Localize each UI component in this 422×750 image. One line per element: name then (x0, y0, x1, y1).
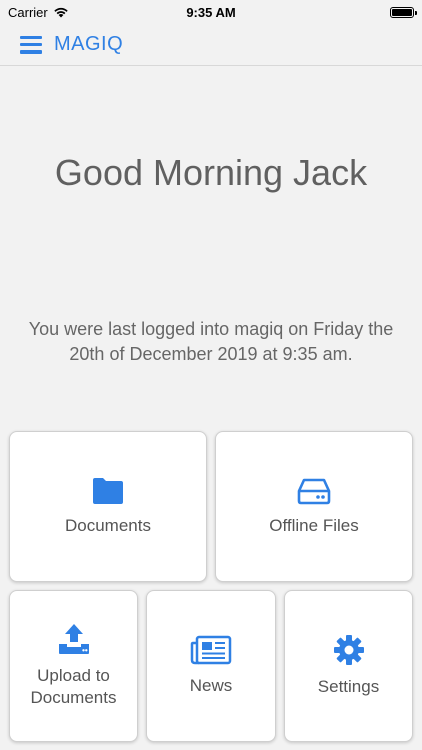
app-title: MAGIQ (54, 33, 124, 55)
offline-files-tile[interactable]: Offline Files (215, 431, 413, 582)
documents-tile[interactable]: Documents (9, 431, 207, 582)
battery-icon (390, 6, 417, 18)
settings-tile[interactable]: Settings (284, 590, 413, 742)
hamburger-menu-icon[interactable] (20, 35, 42, 54)
nav-bar: MAGIQ (0, 24, 422, 66)
upload-to-documents-tile[interactable]: Upload to Documents (9, 590, 138, 742)
status-bar: Carrier 9:35 AM (0, 0, 422, 24)
upload-icon (58, 624, 89, 654)
news-tile-label: News (189, 676, 233, 695)
last-login-message: You were last logged into magiq on Frida… (28, 319, 394, 364)
newspaper-icon (190, 635, 232, 665)
greeting-heading: Good Morning Jack (54, 152, 368, 193)
carrier-label: Carrier (8, 4, 48, 20)
settings-tile-label: Settings (317, 677, 380, 696)
folder-icon (93, 477, 123, 504)
hard-drive-icon (297, 478, 331, 504)
documents-tile-label: Documents (65, 515, 151, 535)
offline-files-tile-label: Offline Files (269, 515, 359, 535)
status-left: Carrier (8, 5, 69, 20)
gear-icon (333, 635, 364, 665)
wifi-icon (54, 7, 68, 18)
news-tile[interactable]: News (146, 590, 276, 742)
upload-to-documents-tile-label: Upload to Documents (30, 666, 117, 707)
